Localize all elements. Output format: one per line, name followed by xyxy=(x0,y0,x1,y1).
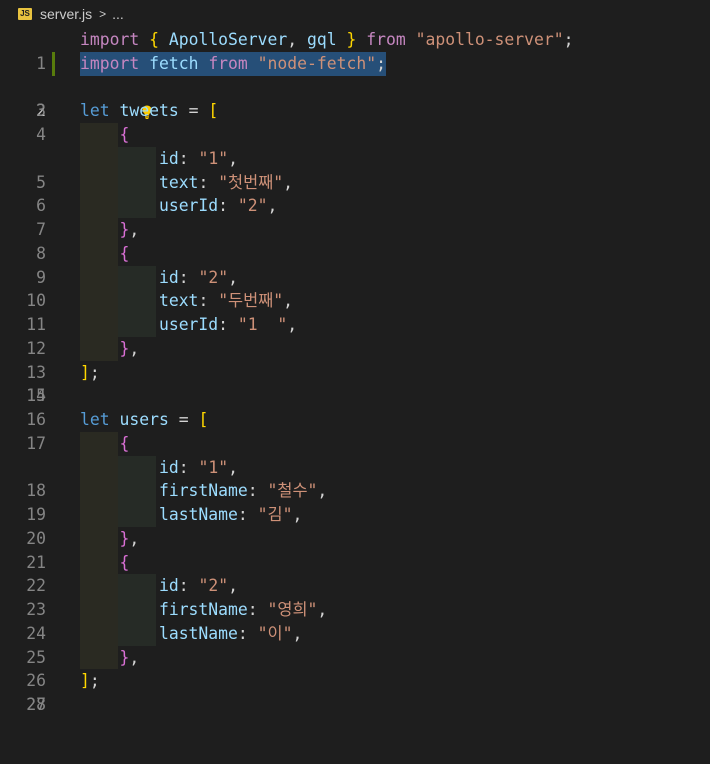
code-line[interactable]: 8 userId: "2", xyxy=(0,194,710,263)
code-text: id: "1", xyxy=(158,148,238,168)
code-line[interactable]: 16 xyxy=(0,384,710,429)
code-line[interactable]: 23 { xyxy=(0,550,710,619)
code-line[interactable]: 22 }, xyxy=(0,526,710,595)
breadcrumb: JS server.js > ... xyxy=(0,0,710,28)
code-line[interactable]: 13 userId: "1 ", xyxy=(0,313,710,382)
code-line[interactable]: 25 firstName: "영희", xyxy=(0,598,710,667)
code-text: id: "2", xyxy=(158,267,238,287)
code-text: userId: "1 ", xyxy=(158,315,298,334)
code-line[interactable]: 28 ]; xyxy=(0,669,710,714)
code-line-active[interactable]: 2 import fetch from "node-fetch"; xyxy=(0,51,710,120)
breadcrumb-symbols[interactable]: ... xyxy=(112,6,124,22)
code-line[interactable]: 3 xyxy=(0,76,710,120)
code-line[interactable]: 15 ]; xyxy=(0,361,710,406)
code-line[interactable]: 6 id: "1", xyxy=(0,146,710,215)
code-text: }, xyxy=(119,647,140,667)
code-text: }, xyxy=(119,220,140,239)
code-text: id: "2", xyxy=(158,576,238,596)
code-line[interactable]: 19 id: "1", xyxy=(0,455,710,524)
code-line[interactable]: 5 { xyxy=(0,123,710,192)
code-line[interactable]: 9 }, xyxy=(0,218,710,287)
code-editor[interactable]: 1 import { ApolloServer, gql } from "apo… xyxy=(0,28,710,714)
code-line[interactable]: 18 { xyxy=(0,431,710,500)
code-line[interactable]: 27 }, xyxy=(0,645,710,714)
code-text: text: "두번째", xyxy=(158,291,294,311)
code-text: firstName: "영희", xyxy=(158,600,328,619)
code-text: import { ApolloServer, gql } from "apoll… xyxy=(80,30,574,49)
code-text: id: "1", xyxy=(158,457,238,477)
breadcrumb-file[interactable]: server.js xyxy=(40,6,92,22)
code-line[interactable]: 26 lastName: "이", xyxy=(0,621,710,690)
code-text: ]; xyxy=(80,362,100,382)
code-text: let tweets = [ xyxy=(80,101,219,121)
code-text: { xyxy=(119,433,130,453)
code-line[interactable]: 20 firstName: "철수", xyxy=(0,479,710,548)
code-line[interactable]: 21 lastName: "김", xyxy=(0,503,710,572)
code-text: let users = [ xyxy=(80,410,209,429)
lightbulb-icon[interactable] xyxy=(80,80,152,120)
code-text: userId: "2", xyxy=(158,196,278,216)
code-text: lastName: "김", xyxy=(158,505,303,524)
code-line[interactable]: 17 let users = [ xyxy=(0,408,710,453)
code-line[interactable]: 12 text: "두번째", xyxy=(0,289,710,358)
code-line[interactable]: 14 }, xyxy=(0,336,710,405)
javascript-file-icon: JS xyxy=(18,8,32,20)
code-text: }, xyxy=(119,338,140,358)
git-modified-marker xyxy=(52,51,55,76)
code-text: }, xyxy=(119,528,140,548)
code-text: text: "첫번째", xyxy=(158,172,294,192)
code-text: ]; xyxy=(80,671,100,691)
code-line[interactable]: 24 id: "2", xyxy=(0,574,710,643)
selected-code-text: import fetch from "node-fetch"; xyxy=(80,51,386,76)
code-line[interactable]: 4 let tweets = [ xyxy=(0,99,710,144)
code-text: lastName: "이", xyxy=(158,623,303,643)
code-line[interactable]: 10 { xyxy=(0,241,710,310)
code-text: { xyxy=(119,552,130,572)
code-text: firstName: "철수", xyxy=(158,481,328,501)
code-text: { xyxy=(119,243,130,263)
code-line[interactable]: 11 id: "2", xyxy=(0,265,710,334)
chevron-right-icon: > xyxy=(99,7,107,21)
code-line[interactable]: 1 import { ApolloServer, gql } from "apo… xyxy=(0,28,710,73)
code-line[interactable]: 7 text: "첫번째", xyxy=(0,170,710,239)
code-text: { xyxy=(119,125,130,144)
